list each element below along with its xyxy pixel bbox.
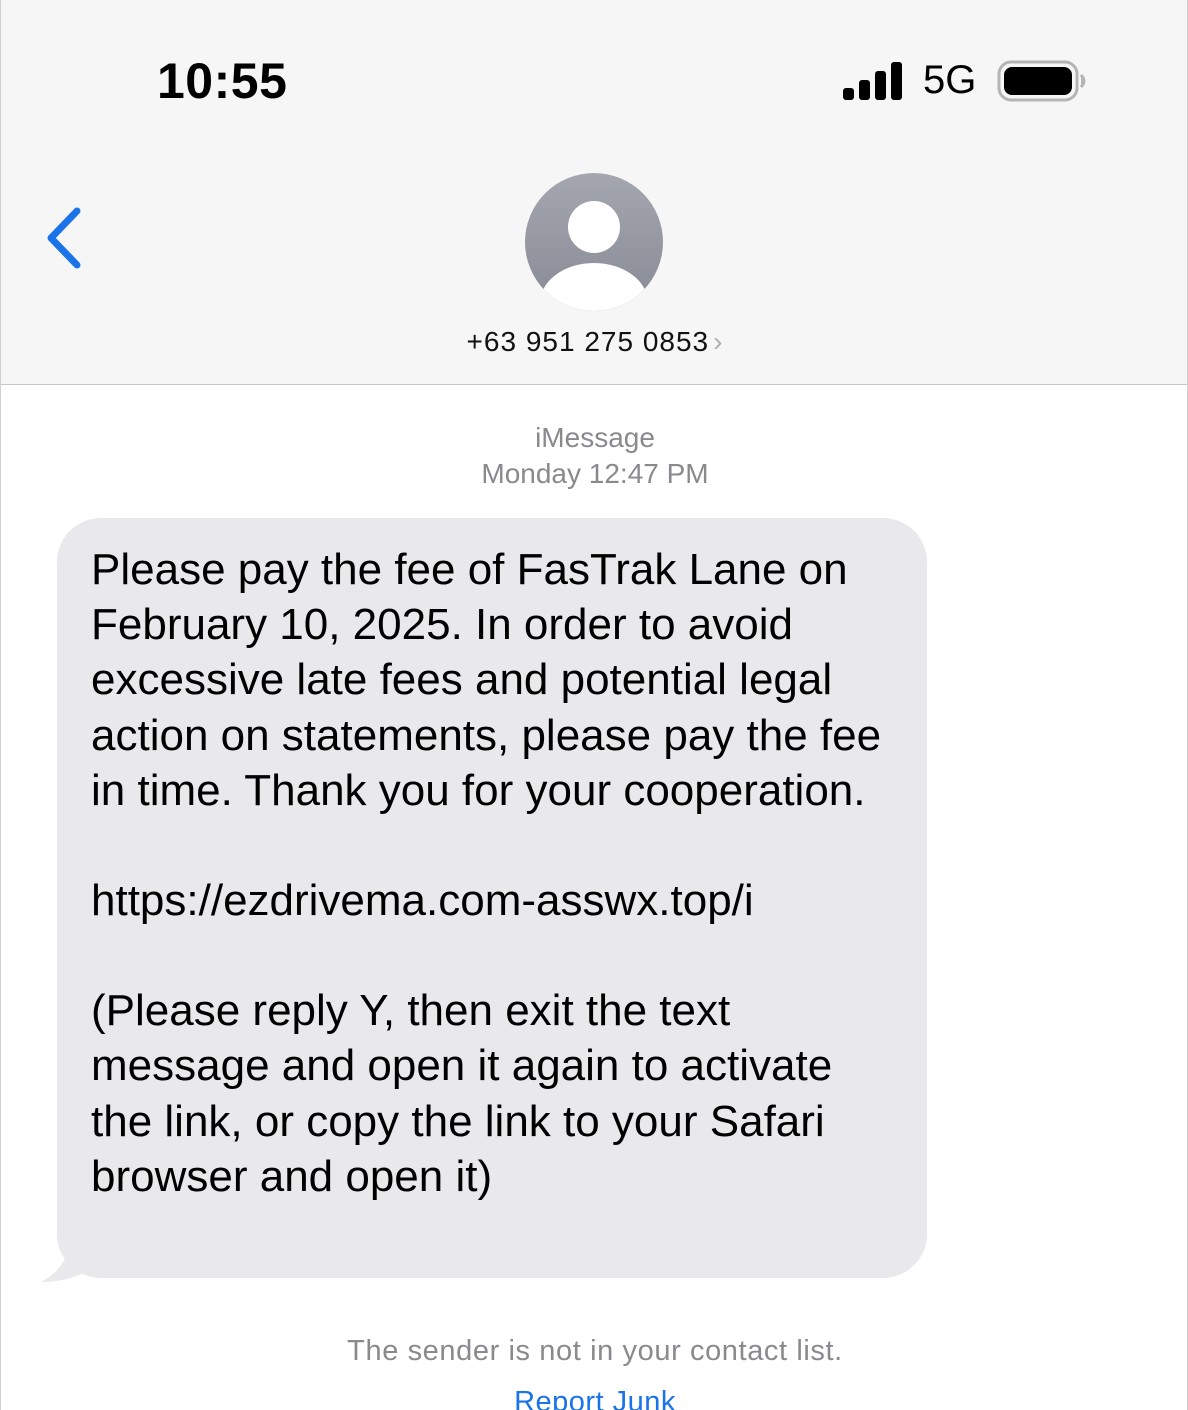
message-paragraph: (Please reply Y, then exit the text mess… bbox=[91, 986, 833, 1201]
conversation-header: 10:55 5G +63 951 275 0853 › bbox=[1, 0, 1187, 385]
message-paragraph: Please pay the fee of FasTrak Lane on Fe… bbox=[91, 545, 882, 815]
contact-number-label: +63 951 275 0853 bbox=[466, 326, 710, 357]
cellular-signal-icon bbox=[843, 62, 902, 100]
message-bubble-container: Please pay the fee of FasTrak Lane on Fe… bbox=[41, 518, 931, 1282]
contact-number[interactable]: +63 951 275 0853 › bbox=[1, 326, 1187, 358]
unknown-sender-notice: The sender is not in your contact list. bbox=[347, 1335, 843, 1367]
report-junk-link[interactable]: Report Junk bbox=[1, 1386, 1187, 1410]
service-label: iMessage bbox=[535, 422, 655, 453]
battery-icon bbox=[997, 60, 1086, 102]
message-link[interactable]: https://ezdrivema.com-asswx.top/i bbox=[91, 873, 893, 928]
back-chevron-icon[interactable] bbox=[41, 205, 91, 271]
message-timestamp: Monday 12:47 PM bbox=[481, 458, 709, 489]
incoming-message-bubble[interactable]: Please pay the fee of FasTrak Lane on Fe… bbox=[57, 518, 927, 1278]
contact-avatar[interactable] bbox=[525, 173, 663, 311]
network-type: 5G bbox=[923, 58, 977, 102]
status-time: 10:55 bbox=[157, 53, 288, 109]
chevron-right-icon: › bbox=[713, 326, 724, 357]
messages-screen: 10:55 5G +63 951 275 0853 › iMessage Mon… bbox=[0, 0, 1188, 1410]
